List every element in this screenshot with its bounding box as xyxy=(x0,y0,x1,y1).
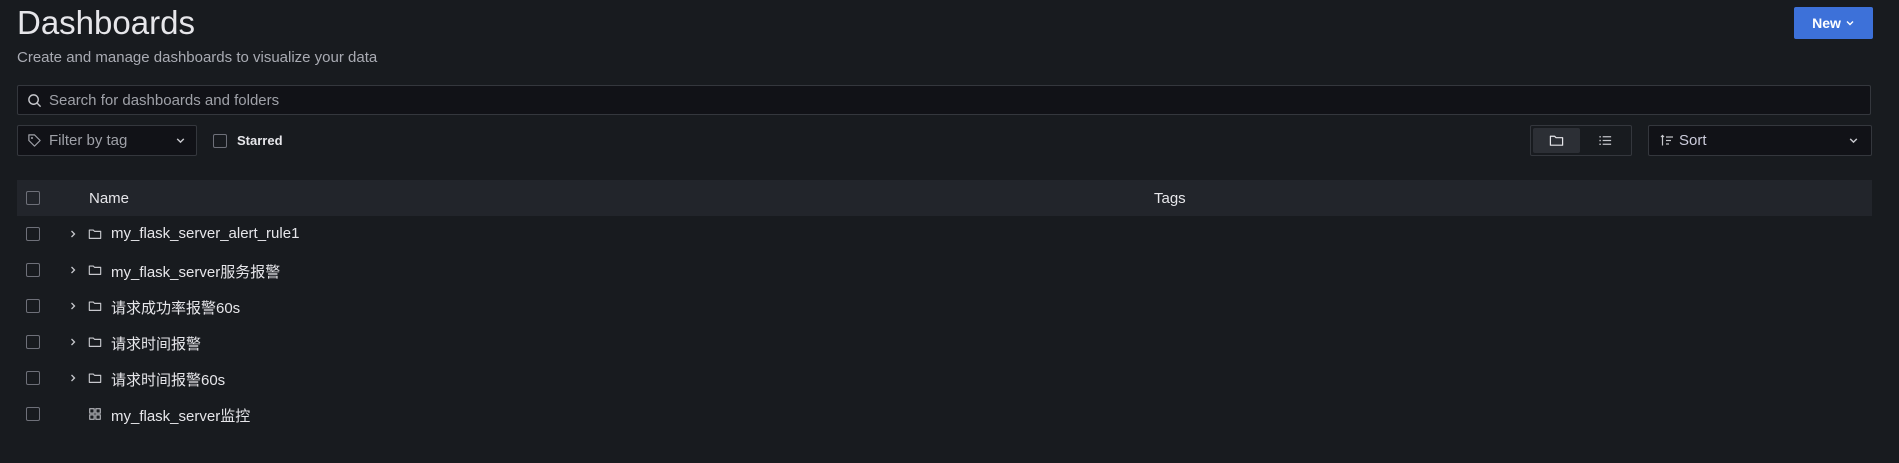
dashboard-list: my_flask_server_alert_rule1 my_flask_ser… xyxy=(17,216,1872,432)
chevron-right-icon[interactable] xyxy=(67,228,79,240)
row-name-link[interactable]: my_flask_server服务报警 xyxy=(111,261,280,282)
chevron-right-icon[interactable] xyxy=(67,300,79,312)
row-name-link[interactable]: 请求成功率报警60s xyxy=(111,297,240,318)
table-header: Name Tags xyxy=(17,180,1872,216)
chevron-right-icon[interactable] xyxy=(67,372,79,384)
column-header-name[interactable]: Name xyxy=(89,190,129,207)
table-row[interactable]: 请求时间报警 xyxy=(17,324,1872,360)
filter-by-tag-label: Filter by tag xyxy=(49,132,128,149)
chevron-right-icon[interactable] xyxy=(67,264,79,276)
chevron-down-icon xyxy=(1846,21,1854,26)
dashboard-grid-icon xyxy=(89,408,101,420)
page-subtitle: Create and manage dashboards to visualiz… xyxy=(17,49,378,66)
folder-view-button[interactable] xyxy=(1533,128,1580,153)
list-icon xyxy=(1599,136,1612,145)
row-name-link[interactable]: my_flask_server_alert_rule1 xyxy=(111,225,299,242)
column-header-tags: Tags xyxy=(1154,189,1186,207)
row-checkbox[interactable] xyxy=(26,227,40,241)
folder-icon xyxy=(88,373,102,383)
view-mode-toggle[interactable] xyxy=(1530,125,1632,156)
chevron-down-icon xyxy=(176,138,185,144)
table-row[interactable]: 请求成功率报警60s xyxy=(17,288,1872,324)
filter-by-tag-select[interactable]: Filter by tag xyxy=(17,125,197,156)
folder-icon xyxy=(88,229,102,239)
table-row[interactable]: my_flask_server监控 xyxy=(17,396,1872,432)
folder-icon xyxy=(88,301,102,311)
chevron-down-icon xyxy=(1849,138,1858,144)
table-row[interactable]: my_flask_server服务报警 xyxy=(17,252,1872,288)
folder-icon xyxy=(88,337,102,347)
table-row[interactable]: 请求时间报警60s xyxy=(17,360,1872,396)
row-name-link[interactable]: 请求时间报警60s xyxy=(111,369,225,390)
starred-filter[interactable]: Starred xyxy=(213,133,283,148)
tag-icon xyxy=(28,134,41,147)
sort-label: Sort xyxy=(1679,132,1707,149)
new-button[interactable]: New xyxy=(1794,7,1873,39)
row-checkbox[interactable] xyxy=(26,335,40,349)
starred-checkbox[interactable] xyxy=(213,133,227,148)
new-button-label: New xyxy=(1812,15,1841,31)
row-name-link[interactable]: 请求时间报警 xyxy=(111,333,201,354)
search-icon xyxy=(28,93,42,107)
list-view-button[interactable] xyxy=(1582,128,1629,153)
row-checkbox[interactable] xyxy=(26,299,40,313)
chevron-right-icon[interactable] xyxy=(67,336,79,348)
row-checkbox[interactable] xyxy=(26,263,40,277)
table-row[interactable]: my_flask_server_alert_rule1 xyxy=(17,216,1872,252)
row-checkbox[interactable] xyxy=(26,407,40,421)
row-checkbox[interactable] xyxy=(26,371,40,385)
folder-icon xyxy=(1549,135,1564,146)
sort-icon xyxy=(1660,134,1673,146)
page-title: Dashboards xyxy=(17,4,195,41)
sort-select[interactable]: Sort xyxy=(1648,125,1872,156)
row-name-link[interactable]: my_flask_server监控 xyxy=(111,405,250,426)
starred-label: Starred xyxy=(237,133,283,148)
folder-icon xyxy=(88,265,102,275)
search-box[interactable] xyxy=(17,85,1871,115)
search-input[interactable] xyxy=(42,90,1870,110)
select-all-checkbox[interactable] xyxy=(26,191,40,205)
